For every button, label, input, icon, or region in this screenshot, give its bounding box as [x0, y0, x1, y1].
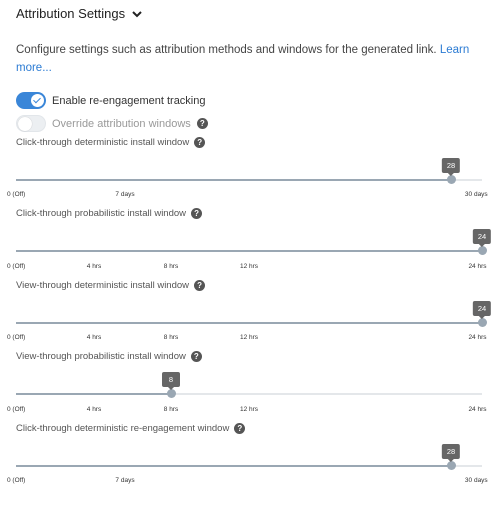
slider-tick-label: 8 hrs — [163, 406, 179, 413]
slider-tick-labels: 0 (Off) 4 hrs 8 hrs 12 hrs 24 hrs — [7, 334, 487, 344]
slider-track[interactable]: 28 — [16, 444, 482, 470]
chevron-down-icon[interactable] — [131, 8, 143, 20]
slider-tick-labels: 0 (Off) 4 hrs 8 hrs 12 hrs 24 hrs — [7, 406, 487, 416]
toggle-label: Enable re-engagement tracking — [52, 94, 206, 107]
help-icon[interactable]: ? — [190, 351, 202, 362]
slider-tick-labels: 0 (Off) 7 days 30 days — [7, 477, 488, 487]
slider-label: Click-through deterministic install wind… — [16, 137, 206, 148]
slider-label: Click-through probabilistic install wind… — [16, 208, 203, 219]
slider-value-bubble: 24 — [472, 301, 492, 319]
help-icon[interactable]: ? — [194, 137, 206, 148]
slider-tick-label: 7 days — [115, 191, 135, 198]
toggle-label: Override attribution windows — [52, 117, 191, 130]
slider-tick-label: 12 hrs — [239, 263, 259, 270]
slider-tick-label: 12 hrs — [239, 406, 259, 413]
slider-thumb[interactable] — [446, 461, 456, 470]
override-toggle[interactable] — [16, 115, 46, 132]
slider-track[interactable]: 8 — [16, 372, 482, 398]
slider-fill — [16, 179, 451, 181]
slider-tick-label: 0 (Off) — [7, 191, 26, 198]
help-icon[interactable]: ? — [194, 280, 206, 291]
slider-track[interactable]: 24 — [16, 229, 492, 255]
slider-label-text: Click-through probabilistic install wind… — [16, 208, 187, 219]
override-toggle-row: Override attribution windows ? — [16, 115, 208, 132]
slider-label: Click-through deterministic re-engagemen… — [16, 423, 246, 434]
slider-value-bubble: 28 — [441, 444, 461, 462]
slider-tick-label: 30 days — [464, 477, 488, 484]
slider-tick-labels: 0 (Off) 4 hrs 8 hrs 12 hrs 24 hrs — [7, 263, 487, 273]
slider-tick-label: 8 hrs — [163, 263, 179, 270]
slider-value-bubble: 24 — [472, 229, 492, 247]
slider-thumb[interactable] — [166, 389, 176, 398]
description: Configure settings such as attribution m… — [16, 41, 486, 77]
slider-label-text: Click-through deterministic re-engagemen… — [16, 423, 230, 434]
reengagement-toggle-row: Enable re-engagement tracking — [16, 92, 205, 109]
slider-tick-label: 4 hrs — [86, 334, 102, 341]
slider-thumb[interactable] — [446, 175, 456, 184]
slider-fill — [16, 250, 482, 252]
description-text: Configure settings such as attribution m… — [16, 44, 440, 56]
slider-fill — [16, 322, 482, 324]
slider-fill — [16, 393, 171, 395]
slider-thumb[interactable] — [477, 318, 487, 327]
slider-label: View-through deterministic install windo… — [16, 280, 206, 291]
slider-value-bubble: 8 — [162, 372, 180, 390]
slider-tick-label: 4 hrs — [86, 263, 102, 270]
slider-tick-label: 12 hrs — [239, 334, 259, 341]
help-icon[interactable]: ? — [191, 208, 203, 219]
toggle-knob — [18, 117, 32, 131]
help-icon[interactable]: ? — [234, 423, 246, 434]
slider-label-text: View-through probabilistic install windo… — [16, 351, 186, 362]
slider-label-text: Click-through deterministic install wind… — [16, 137, 190, 148]
slider-value-bubble: 28 — [441, 158, 461, 176]
toggle-knob — [31, 94, 44, 107]
slider-tick-label: 0 (Off) — [7, 406, 26, 413]
slider-label-text: View-through deterministic install windo… — [16, 280, 190, 291]
slider-tick-label: 0 (Off) — [7, 263, 26, 270]
slider-label: View-through probabilistic install windo… — [16, 351, 202, 362]
section-header[interactable]: Attribution Settings — [16, 6, 143, 21]
help-icon[interactable]: ? — [196, 118, 208, 129]
slider-tick-label: 4 hrs — [86, 406, 102, 413]
section-title: Attribution Settings — [16, 6, 126, 21]
slider-tick-label: 24 hrs — [468, 334, 487, 341]
slider-tick-label: 7 days — [115, 477, 135, 484]
slider-tick-label: 24 hrs — [468, 263, 487, 270]
slider-tick-label: 8 hrs — [163, 334, 179, 341]
slider-tick-labels: 0 (Off) 7 days 30 days — [7, 191, 488, 201]
slider-tick-label: 0 (Off) — [7, 477, 26, 484]
slider-tick-label: 24 hrs — [468, 406, 487, 413]
slider-track[interactable]: 28 — [16, 158, 482, 184]
slider-tick-label: 0 (Off) — [7, 334, 26, 341]
slider-fill — [16, 465, 451, 467]
slider-thumb[interactable] — [477, 246, 487, 255]
slider-track[interactable]: 24 — [16, 301, 492, 327]
reengagement-toggle[interactable] — [16, 92, 46, 109]
slider-tick-label: 30 days — [464, 191, 488, 198]
